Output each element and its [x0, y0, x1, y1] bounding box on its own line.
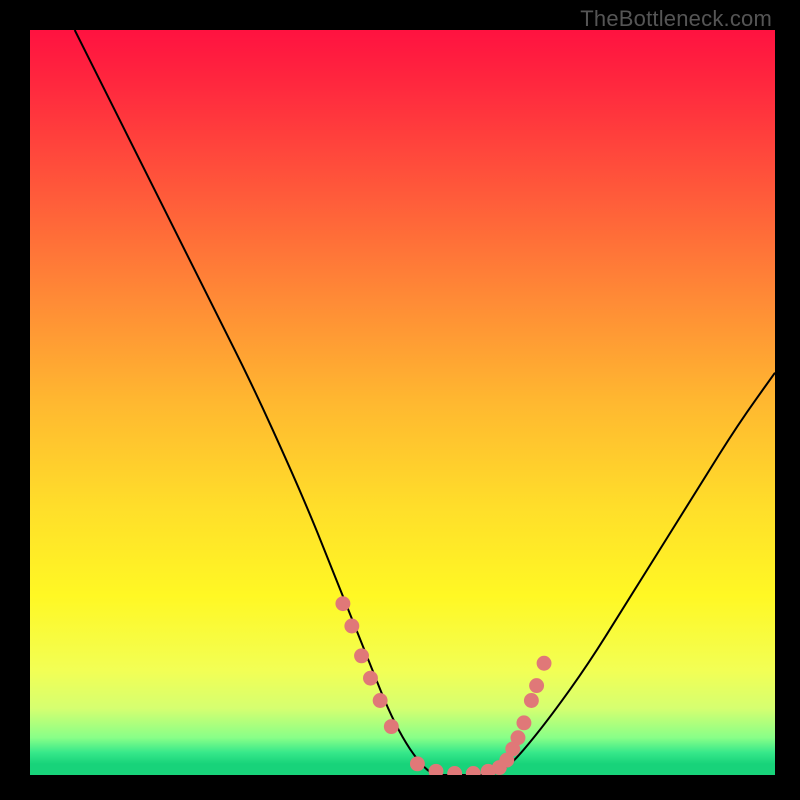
highlight-point: [373, 693, 388, 708]
chart-svg: [30, 30, 775, 775]
highlight-point: [537, 656, 552, 671]
highlight-point: [466, 766, 481, 775]
highlight-point: [429, 764, 444, 775]
highlight-point: [384, 719, 399, 734]
chart-frame: TheBottleneck.com: [0, 0, 800, 800]
highlight-point: [410, 756, 425, 771]
highlight-point: [511, 730, 526, 745]
watermark-text: TheBottleneck.com: [580, 6, 772, 32]
highlight-point: [516, 715, 531, 730]
curve-group: [75, 30, 775, 775]
highlight-point: [363, 671, 378, 686]
highlight-point: [335, 596, 350, 611]
highlight-point: [354, 648, 369, 663]
highlight-point: [447, 766, 462, 775]
highlight-point: [524, 693, 539, 708]
plot-area: [30, 30, 775, 775]
highlight-point: [344, 619, 359, 634]
bottleneck-curve: [75, 30, 775, 775]
highlight-point: [529, 678, 544, 693]
highlight-points-group: [335, 596, 551, 775]
